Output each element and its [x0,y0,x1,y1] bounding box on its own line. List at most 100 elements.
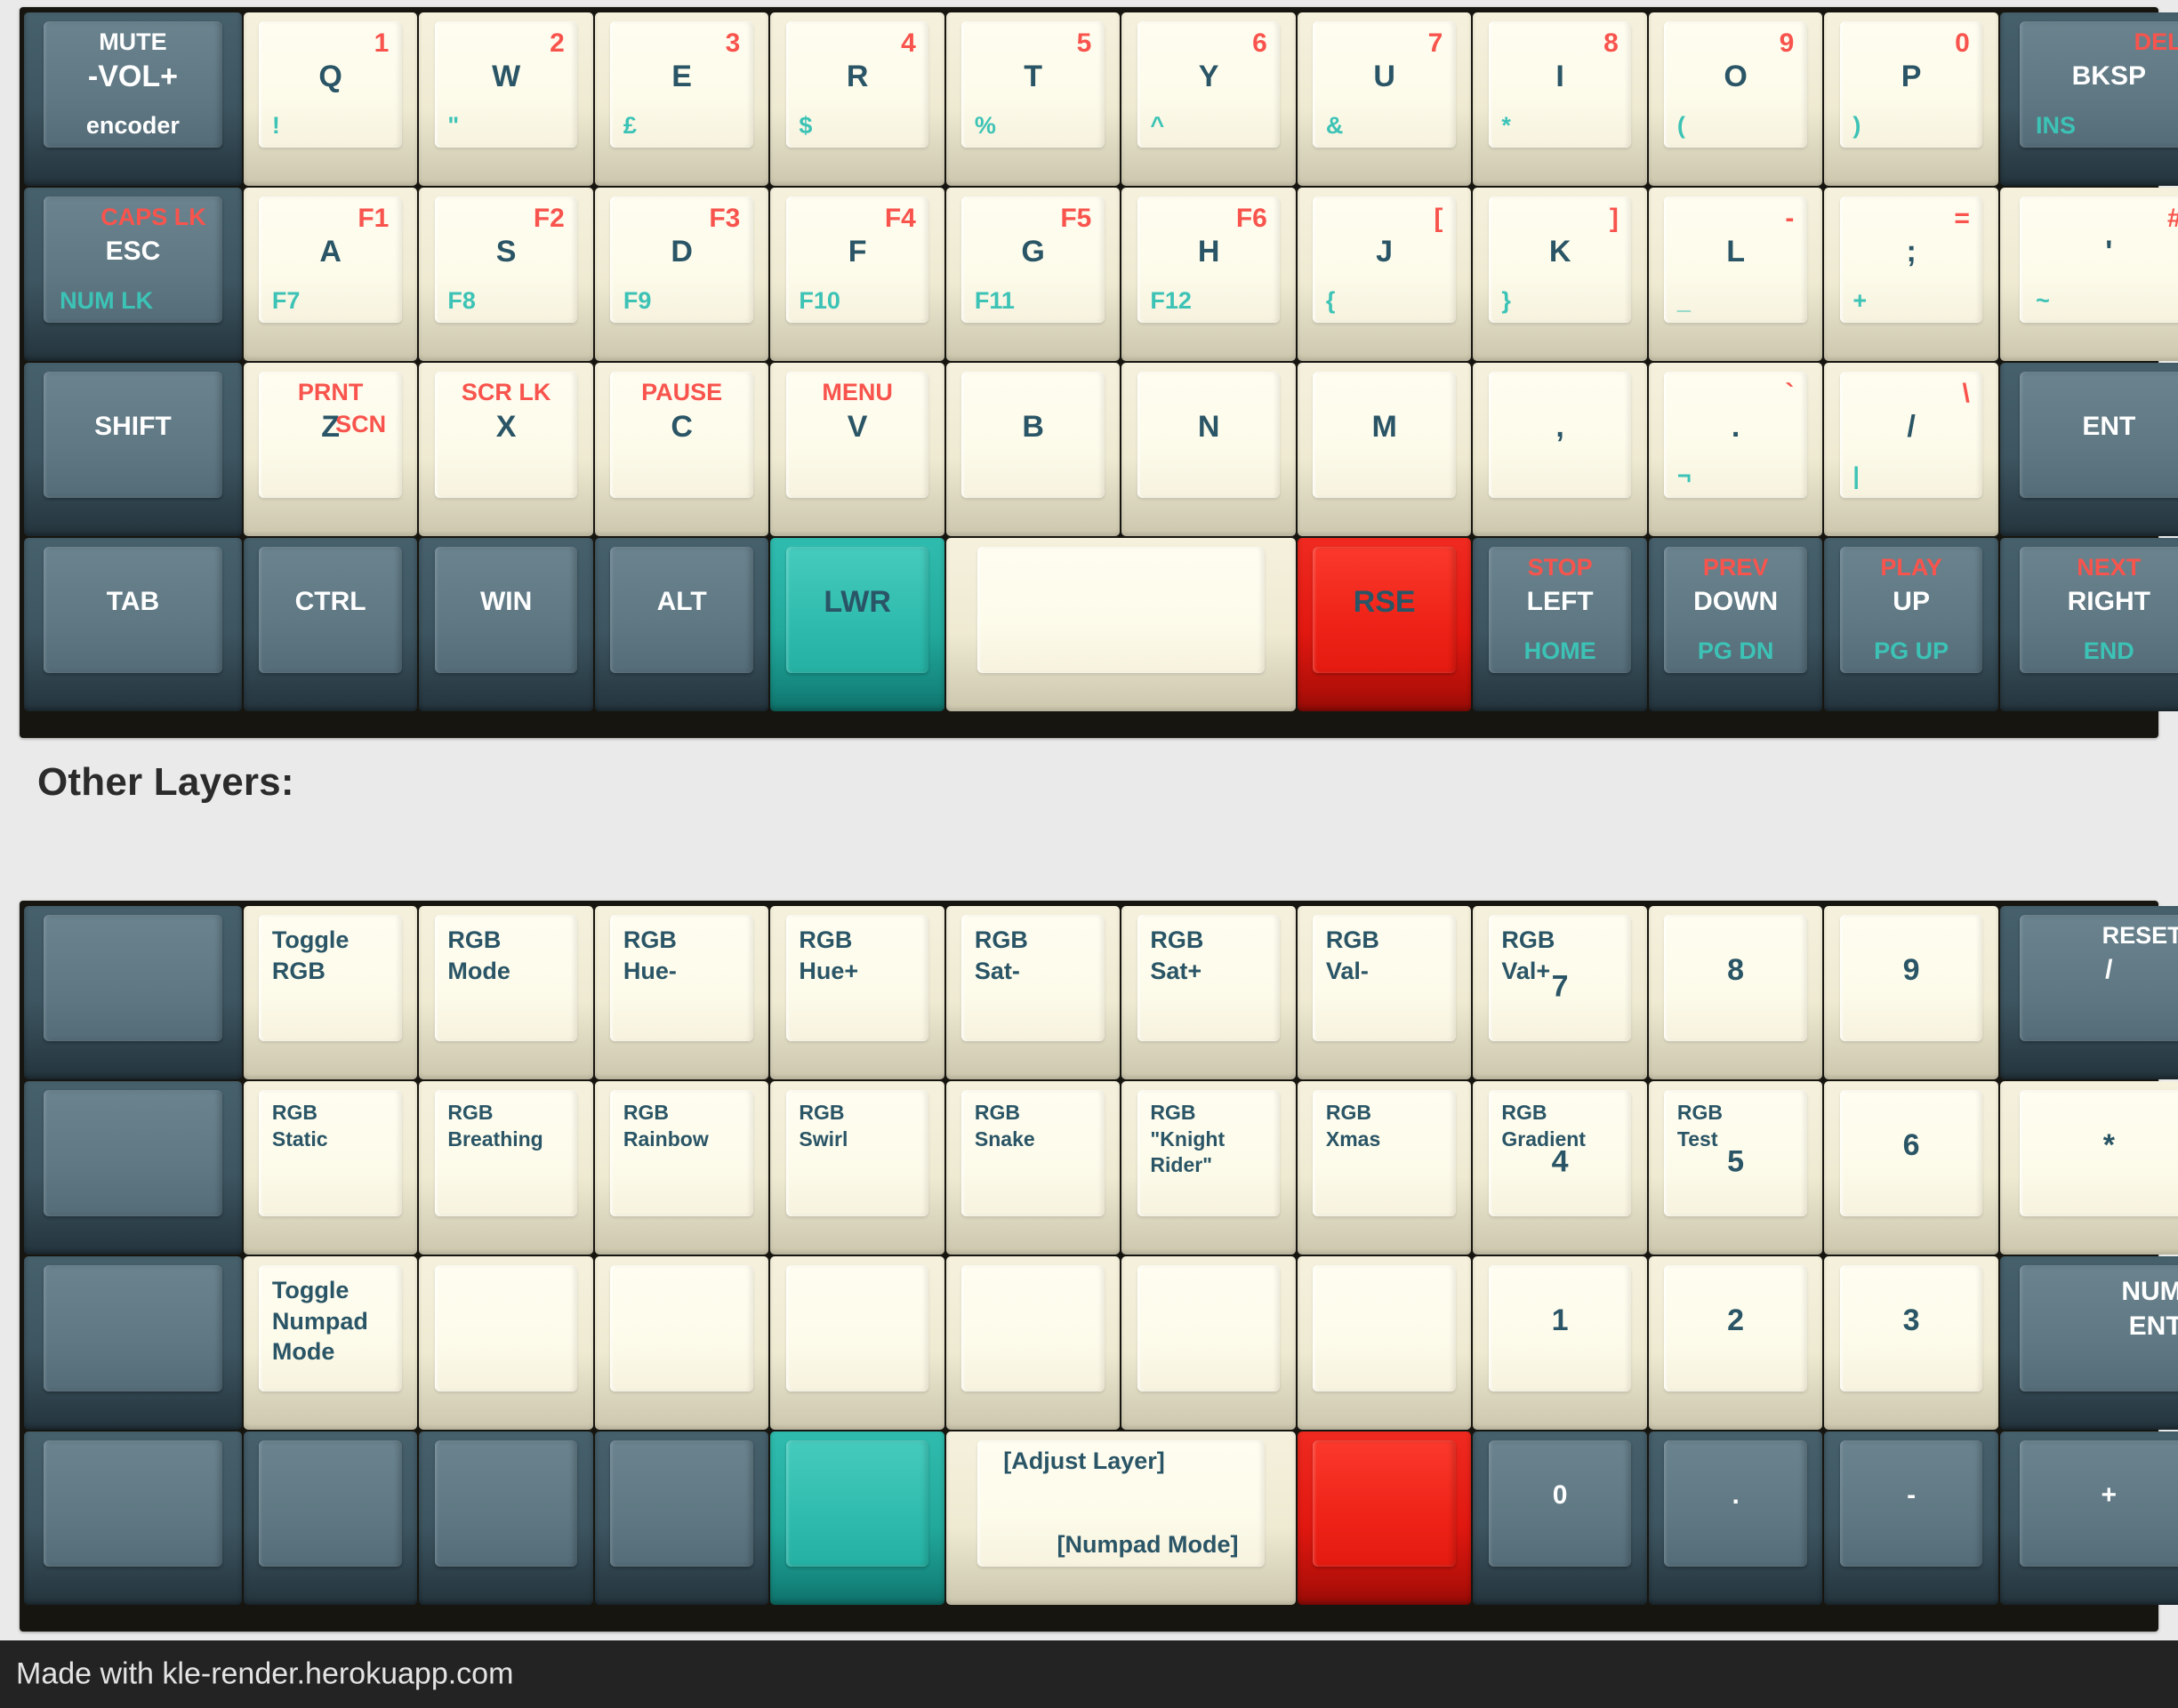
keycap[interactable]: 2 [1648,1256,1823,1430]
keycap[interactable]: MUTE -VOL+ encoder [24,12,242,186]
keycap[interactable]: B [945,363,1121,536]
keycap[interactable]: 8 I * [1473,12,1647,186]
keycap[interactable]: LWR [770,538,944,711]
keycap-top: Toggle Numpad Mode [259,1264,402,1392]
keycap[interactable] [1297,1256,1472,1430]
keycap[interactable]: N [1121,363,1296,536]
keycap[interactable] [24,906,242,1079]
keycap[interactable]: 3 E £ [594,12,769,186]
keycap[interactable]: 1 [1473,1256,1647,1430]
keycap[interactable]: 9 O ( [1648,12,1823,186]
keycap[interactable]: PLAY UP PG UP [1824,538,1998,711]
keycap[interactable]: TAB [24,538,242,711]
keycap[interactable]: PRNT Z SCN [243,363,418,536]
keycap[interactable]: WIN [419,538,593,711]
keycap[interactable]: `. ¬ [1648,363,1823,536]
keycap[interactable] [945,1256,1121,1430]
keycap-legend-mc: W [492,60,521,94]
keycap[interactable]: RGB Xmas [1297,1081,1472,1255]
keycap[interactable] [1297,1431,1472,1605]
keycap[interactable] [770,1431,944,1605]
keycap[interactable]: 1 Q! [243,12,418,186]
keycap[interactable]: DEL BKSP INS [1999,12,2178,186]
keycap[interactable] [1121,1256,1296,1430]
keycap[interactable] [594,1256,769,1430]
keycap[interactable]: CTRL [243,538,418,711]
keycap[interactable] [243,1431,418,1605]
keycap[interactable]: - [1824,1431,1998,1605]
keycap[interactable]: PREV DOWN PG DN [1648,538,1823,711]
keycap[interactable]: F1 A F7 [243,188,418,361]
keycap[interactable]: RGB Mode [419,906,593,1079]
keycap[interactable]: F3 D F9 [594,188,769,361]
keycap[interactable]: RGB Snake [945,1081,1121,1255]
keycap[interactable]: 9 [1824,906,1998,1079]
keycap[interactable]: F6 H F12 [1121,188,1296,361]
keycap[interactable]: RGB Breathing [419,1081,593,1255]
keycap[interactable]: 0 P) [1824,12,1998,186]
keycap-legend-line: RGB [1150,1101,1196,1125]
keycap[interactable]: RGB "Knight Rider" [1121,1081,1296,1255]
keycap[interactable]: CAPS LK ESC NUM LK [24,188,242,361]
keycap-legend-line: "Knight [1150,1127,1226,1151]
keycap[interactable] [24,1081,242,1255]
keycap[interactable] [945,538,1296,711]
keycap[interactable] [770,1256,944,1430]
keycap[interactable]: [J { [1297,188,1472,361]
keycap[interactable]: ALT [594,538,769,711]
keycap[interactable]: \ / | [1824,363,1998,536]
keycap[interactable] [419,1431,593,1605]
keycap-legend-bl: _ [1676,286,1691,314]
keycap[interactable]: M [1297,363,1472,536]
keycap[interactable]: , [1473,363,1647,536]
keycap[interactable]: + [1999,1431,2178,1605]
keycap[interactable]: RGB Sat- [945,906,1121,1079]
keycap[interactable]: [Adjust Layer] [Numpad Mode] [945,1431,1296,1605]
keycap[interactable]: RGB Test 5 [1648,1081,1823,1255]
keycap[interactable]: # ' ~ [1999,188,2178,361]
keycap[interactable]: 8 [1648,906,1823,1079]
keycap[interactable]: NUM ENT [1999,1256,2178,1430]
keycap[interactable]: RESET / [1999,906,2178,1079]
keycap[interactable]: 5 T% [945,12,1121,186]
keycap[interactable] [24,1256,242,1430]
keycap[interactable]: 6 Y ^ [1121,12,1296,186]
keycap[interactable]: RGB Hue- [594,906,769,1079]
keycap[interactable] [419,1256,593,1430]
keycap[interactable]: STOP LEFT HOME [1473,538,1647,711]
keycap[interactable]: RGB Rainbow [594,1081,769,1255]
keycap[interactable]: RGB Val+ 7 [1473,906,1647,1079]
keycap[interactable]: RGB Gradient 4 [1473,1081,1647,1255]
keycap[interactable]: 3 [1824,1256,1998,1430]
keycap[interactable]: =; + [1824,188,1998,361]
keycap[interactable]: RGB Sat+ [1121,906,1296,1079]
keycap[interactable]: 7 U & [1297,12,1472,186]
keycap[interactable]: F5 G F11 [945,188,1121,361]
keycap[interactable]: . [1648,1431,1823,1605]
keycap[interactable]: RGB Static [243,1081,418,1255]
keycap[interactable]: NEXT RIGHT END [1999,538,2178,711]
keycap[interactable]: F4 F F10 [770,188,944,361]
keycap[interactable]: SHIFT [24,363,242,536]
keycap[interactable]: ] K} [1473,188,1647,361]
keycap[interactable]: PAUSE C [594,363,769,536]
keycap[interactable]: RGB Swirl [770,1081,944,1255]
keycap[interactable]: F2 S F8 [419,188,593,361]
keycap[interactable]: 6 [1824,1081,1998,1255]
keycap[interactable]: 0 [1473,1431,1647,1605]
keycap[interactable]: Toggle RGB [243,906,418,1079]
keycap[interactable] [24,1431,242,1605]
keycap[interactable]: RSE [1297,538,1472,711]
keycap[interactable]: RGB Val- [1297,906,1472,1079]
keycap[interactable]: RGB Hue+ [770,906,944,1079]
keycap[interactable]: Toggle Numpad Mode [243,1256,418,1430]
keyboard-row: Toggle Numpad Mode 1 2 3 NUM ENT [24,1256,2178,1430]
keycap[interactable]: SCR LK X [419,363,593,536]
keycap[interactable]: ENT [1999,363,2178,536]
keycap[interactable]: MENU V [770,363,944,536]
keycap[interactable]: * [1999,1081,2178,1255]
keycap[interactable]: - L _ [1648,188,1823,361]
keycap[interactable]: 4 R $ [770,12,944,186]
keycap[interactable]: 2 W " [419,12,593,186]
keycap[interactable] [594,1431,769,1605]
